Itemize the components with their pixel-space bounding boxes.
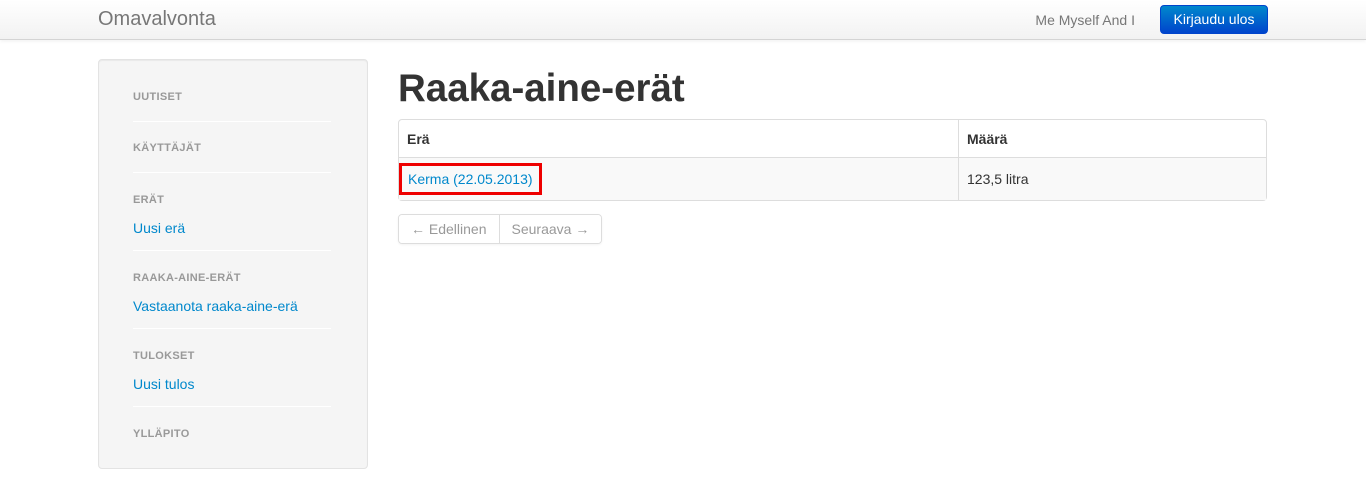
sidebar-header-raaka-aine-erat: RAAKA-AINE-ERÄT	[133, 272, 241, 284]
current-user-name: Me Myself And I	[1035, 12, 1135, 28]
sidebar-item-uusi-tulos[interactable]: Uusi tulos	[133, 375, 194, 393]
table-cell-era: Kerma (22.05.2013)	[399, 157, 958, 200]
page-title: Raaka-aine-erät	[398, 67, 685, 110]
logout-button[interactable]: Kirjaudu ulos	[1160, 5, 1268, 34]
sidebar-header-tulokset: TULOKSET	[133, 350, 195, 362]
column-header-era: Erä	[407, 130, 430, 147]
table-row: Kerma (22.05.2013) 123,5 litra	[399, 157, 1266, 200]
sidebar-divider	[133, 250, 331, 251]
batch-link[interactable]: Kerma (22.05.2013)	[399, 163, 542, 195]
batches-table: Erä Määrä Kerma (22.05.2013) 123,5 litra	[398, 119, 1267, 201]
brand-link[interactable]: Omavalvonta	[98, 8, 216, 30]
table-cell-maara: 123,5 litra	[958, 157, 1266, 200]
sidebar-divider	[133, 406, 331, 407]
column-header-maara: Määrä	[958, 120, 1266, 157]
sidebar-header-kayttajat: KÄYTTÄJÄT	[133, 142, 202, 154]
sidebar-divider	[133, 328, 331, 329]
table-header-row: Erä Määrä	[399, 120, 1266, 157]
sidebar-item-vastaanota-raaka-aine-era[interactable]: Vastaanota raaka-aine-erä	[133, 297, 298, 315]
sidebar-header-yllapito: YLLÄPITO	[133, 428, 190, 440]
top-navbar: Omavalvonta Me Myself And I Kirjaudu ulo…	[0, 0, 1366, 40]
sidebar-item-uusi-era[interactable]: Uusi erä	[133, 219, 185, 237]
sidebar-divider	[133, 172, 331, 173]
sidebar-header-uutiset: UUTISET	[133, 91, 183, 103]
next-page-button[interactable]: Seuraava →	[498, 215, 602, 243]
previous-page-button[interactable]: ← Edellinen	[399, 215, 499, 243]
sidebar-divider	[133, 121, 331, 122]
pagination: ← Edellinen Seuraava →	[398, 214, 603, 244]
sidebar-nav: UUTISET KÄYTTÄJÄT ERÄT Uusi erä RAAKA-AI…	[98, 59, 368, 469]
sidebar-header-erat: ERÄT	[133, 194, 165, 206]
